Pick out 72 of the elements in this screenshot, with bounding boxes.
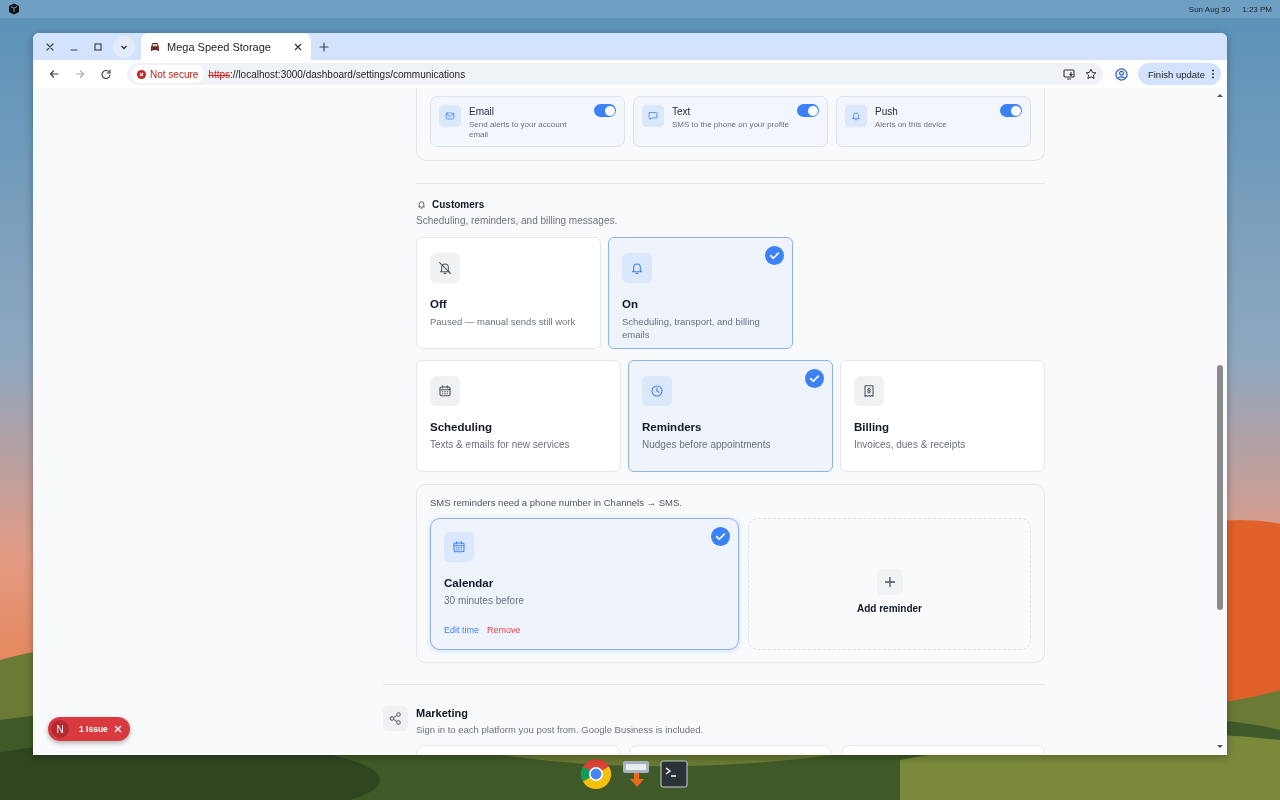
browser-icon[interactable] xyxy=(580,758,612,790)
section-title: Customers xyxy=(432,199,485,210)
clock-text: 1:23 PM xyxy=(1242,4,1272,14)
receipt-icon xyxy=(854,376,884,406)
issues-count: 1 Issue xyxy=(79,724,108,734)
share-icon xyxy=(383,706,408,731)
chat-bubble-icon xyxy=(642,105,664,127)
car-icon xyxy=(149,40,161,53)
install-app-icon[interactable] xyxy=(1062,68,1075,80)
section-description: Scheduling, reminders, and billing messages. xyxy=(416,215,619,226)
terminal-icon[interactable] xyxy=(660,760,688,788)
option-title: On xyxy=(622,298,639,310)
bell-icon xyxy=(416,199,427,210)
edit-link[interactable]: Edit time xyxy=(444,625,479,635)
avatar: N xyxy=(51,720,69,738)
option-title: Off xyxy=(430,298,448,310)
channel-name: Push xyxy=(875,106,899,117)
plus-icon[interactable] xyxy=(318,40,330,53)
calendar-icon xyxy=(430,376,460,406)
toggle-switch[interactable] xyxy=(797,104,819,117)
kebab-menu-icon xyxy=(1211,69,1215,79)
reminders-note: SMS reminders need a phone number in Channels → SMS. xyxy=(430,497,683,508)
option-card[interactable]: Reminders Nudges before appointments xyxy=(628,360,833,472)
plus-icon xyxy=(876,568,903,595)
bell-icon xyxy=(845,105,867,127)
reload-icon[interactable] xyxy=(100,68,112,80)
option-card[interactable]: Off Paused — manual sends still work xyxy=(416,237,601,349)
toggle-switch[interactable] xyxy=(594,104,616,117)
finish-update-button[interactable]: Finish update xyxy=(1137,63,1221,85)
reminder-description: 30 minutes before xyxy=(444,595,526,608)
channel-name: Text xyxy=(672,106,692,117)
maximize-icon[interactable] xyxy=(92,40,104,53)
channel-description: Send alerts to your account email xyxy=(469,120,568,140)
cube-logo-icon[interactable] xyxy=(8,3,20,15)
date-text: Sun Aug 30 xyxy=(1188,4,1231,14)
channel-description: Alerts on this device xyxy=(875,120,947,130)
reminder-title: Calendar xyxy=(444,577,495,589)
error-icon xyxy=(137,69,146,79)
issues-badge[interactable]: N 1 Issue xyxy=(48,717,130,741)
section-title: Marketing xyxy=(416,707,469,719)
toggle-switch[interactable] xyxy=(1000,104,1022,117)
option-description: Texts & emails for new services xyxy=(430,439,571,452)
channel-name: Email xyxy=(469,106,495,117)
close-icon[interactable] xyxy=(293,41,303,52)
calendar-icon xyxy=(444,532,474,562)
bell-off-icon xyxy=(430,253,460,283)
reminder-card[interactable]: Calendar 30 minutes before Edit time Remove xyxy=(430,518,739,650)
profile-icon[interactable] xyxy=(1114,67,1128,81)
option-description: Invoices, dues & receipts xyxy=(854,439,967,452)
browser-tab[interactable]: Mega Speed Storage xyxy=(141,33,311,60)
option-description: Paused — manual sends still work xyxy=(430,316,577,329)
section-description: Sign in to each platform you post from. Google Business is included. xyxy=(416,724,704,735)
option-card[interactable]: Scheduling Texts & emails for new services xyxy=(416,360,621,472)
option-description: Scheduling, transport, and billing emails xyxy=(622,316,761,341)
app-icon[interactable] xyxy=(622,759,650,789)
clock-icon xyxy=(642,376,672,406)
envelope-icon xyxy=(439,105,461,127)
option-title: Billing xyxy=(854,421,891,433)
option-card[interactable]: On Scheduling, transport, and billing emails xyxy=(608,237,793,349)
scrollbar[interactable] xyxy=(1213,88,1227,755)
bell-icon xyxy=(622,253,652,283)
option-description: Nudges before appointments xyxy=(642,439,772,452)
security-chip[interactable]: Not secure xyxy=(131,65,205,83)
option-card[interactable]: Billing Invoices, dues & receipts xyxy=(840,360,1045,472)
star-icon[interactable] xyxy=(1084,68,1097,80)
remove-link[interactable]: Remove xyxy=(487,625,521,635)
option-title: Scheduling xyxy=(430,421,493,433)
channel-description: SMS to the phone on your profile xyxy=(672,120,789,130)
url-text[interactable]: https://localhost:3000/dashboard/settings/communications xyxy=(208,68,1059,80)
option-title: Reminders xyxy=(642,421,703,433)
add-reminder-button[interactable]: Add reminder xyxy=(748,518,1031,650)
back-arrow-icon[interactable] xyxy=(48,68,60,80)
